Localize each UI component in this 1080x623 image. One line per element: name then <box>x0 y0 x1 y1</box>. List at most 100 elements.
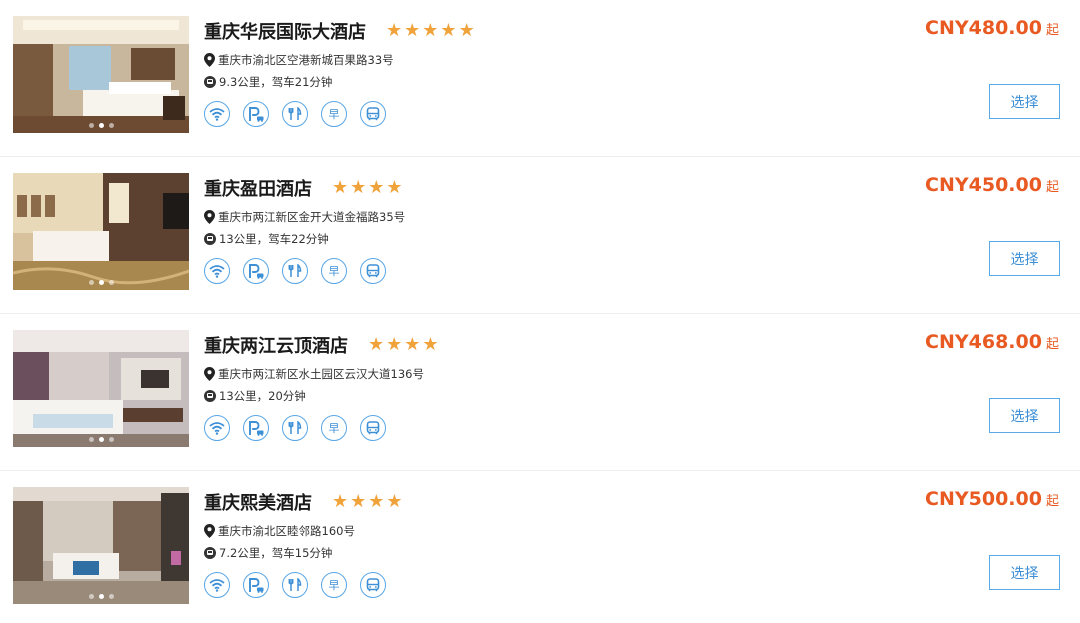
breakfast-icon[interactable]: 早 <box>321 572 347 598</box>
price-display: CNY468.00 起 <box>925 331 1059 353</box>
carousel-dot-active[interactable] <box>98 123 104 128</box>
hotel-name[interactable]: 重庆盈田酒店 <box>204 175 312 201</box>
hotel-distance: 13公里，驾车22分钟 <box>219 232 329 246</box>
hotel-card[interactable]: 重庆两江云顶酒店 ★ ★ ★ ★ 重庆市两江新区水土园区云汉大道136号 13公… <box>0 314 1080 471</box>
star-icon: ★ <box>368 491 385 512</box>
location-pin-icon <box>204 367 215 381</box>
carousel-dot[interactable] <box>108 123 114 128</box>
hotel-photo[interactable] <box>13 487 189 604</box>
carousel-dot-active[interactable] <box>98 594 104 599</box>
hotel-card[interactable]: 重庆熙美酒店 ★ ★ ★ ★ 重庆市渝北区睦邻路160号 7.2公里，驾车15分… <box>0 471 1080 623</box>
restaurant-icon[interactable] <box>282 258 308 284</box>
parking-icon[interactable] <box>243 258 269 284</box>
hotel-name[interactable]: 重庆熙美酒店 <box>204 489 312 515</box>
hotel-photo[interactable] <box>13 173 189 290</box>
price-suffix: 起 <box>1045 494 1059 509</box>
star-rating: ★ ★ ★ ★ <box>368 336 439 354</box>
star-icon: ★ <box>386 334 403 355</box>
select-button[interactable]: 选择 <box>989 398 1060 433</box>
parking-icon[interactable] <box>243 415 269 441</box>
hotel-card[interactable]: 重庆盈田酒店 ★ ★ ★ ★ 重庆市两江新区金开大道金福路35号 13公里，驾车… <box>0 157 1080 314</box>
carousel-dot-active[interactable] <box>98 280 104 285</box>
carousel-dot[interactable] <box>108 280 114 285</box>
star-icon: ★ <box>440 20 457 41</box>
breakfast-icon[interactable]: 早 <box>321 101 347 127</box>
breakfast-label: 早 <box>328 578 340 592</box>
breakfast-label: 早 <box>328 264 340 278</box>
star-icon: ★ <box>368 334 385 355</box>
shuttle-bus-icon[interactable] <box>360 572 386 598</box>
distance-icon <box>204 76 216 88</box>
wifi-icon[interactable] <box>204 258 230 284</box>
hotel-address: 重庆市渝北区睦邻路160号 <box>218 524 355 538</box>
distance-icon <box>204 233 216 245</box>
price-display: CNY480.00 起 <box>925 17 1059 39</box>
breakfast-label: 早 <box>328 421 340 435</box>
star-icon: ★ <box>350 177 367 198</box>
hotel-distance: 9.3公里，驾车21分钟 <box>219 75 333 89</box>
photo-carousel-dots[interactable] <box>13 437 189 442</box>
hotel-address: 重庆市两江新区金开大道金福路35号 <box>218 210 406 224</box>
carousel-dot-active[interactable] <box>98 437 104 442</box>
photo-carousel-dots[interactable] <box>13 123 189 128</box>
restaurant-icon[interactable] <box>282 415 308 441</box>
parking-icon[interactable] <box>243 101 269 127</box>
star-icon: ★ <box>386 20 403 41</box>
shuttle-bus-icon[interactable] <box>360 101 386 127</box>
hotel-name[interactable]: 重庆两江云顶酒店 <box>204 332 348 358</box>
hotel-distance: 7.2公里，驾车15分钟 <box>219 546 333 560</box>
carousel-dot[interactable] <box>108 594 114 599</box>
hotel-photo[interactable] <box>13 16 189 133</box>
carousel-dot[interactable] <box>88 280 94 285</box>
location-pin-icon <box>204 210 215 224</box>
star-rating: ★ ★ ★ ★ <box>332 179 403 197</box>
breakfast-icon[interactable]: 早 <box>321 258 347 284</box>
carousel-dot[interactable] <box>88 594 94 599</box>
price-suffix: 起 <box>1045 180 1059 195</box>
distance-icon <box>204 547 216 559</box>
star-icon: ★ <box>332 177 349 198</box>
breakfast-icon[interactable]: 早 <box>321 415 347 441</box>
star-icon: ★ <box>386 491 403 512</box>
breakfast-label: 早 <box>328 107 340 121</box>
parking-icon[interactable] <box>243 572 269 598</box>
star-icon: ★ <box>386 177 403 198</box>
hotel-list: 重庆华辰国际大酒店 ★ ★ ★ ★ ★ 重庆市渝北区空港新城百果路33号 9.3… <box>0 0 1080 623</box>
hotel-photo[interactable] <box>13 330 189 447</box>
star-icon: ★ <box>404 20 421 41</box>
star-icon: ★ <box>422 20 439 41</box>
star-icon: ★ <box>404 334 421 355</box>
photo-carousel-dots[interactable] <box>13 594 189 599</box>
price-display: CNY500.00 起 <box>925 488 1059 510</box>
photo-carousel-dots[interactable] <box>13 280 189 285</box>
hotel-distance: 13公里，20分钟 <box>219 389 306 403</box>
price-amount: CNY480.00 <box>925 17 1042 39</box>
carousel-dot[interactable] <box>88 123 94 128</box>
amenity-icons: 早 <box>204 101 904 127</box>
shuttle-bus-icon[interactable] <box>360 415 386 441</box>
restaurant-icon[interactable] <box>282 572 308 598</box>
select-button[interactable]: 选择 <box>989 241 1060 276</box>
price-display: CNY450.00 起 <box>925 174 1059 196</box>
amenity-icons: 早 <box>204 415 904 441</box>
hotel-card[interactable]: 重庆华辰国际大酒店 ★ ★ ★ ★ ★ 重庆市渝北区空港新城百果路33号 9.3… <box>0 0 1080 157</box>
wifi-icon[interactable] <box>204 101 230 127</box>
distance-icon <box>204 390 216 402</box>
restaurant-icon[interactable] <box>282 101 308 127</box>
hotel-name[interactable]: 重庆华辰国际大酒店 <box>204 18 366 44</box>
carousel-dot[interactable] <box>108 437 114 442</box>
select-button[interactable]: 选择 <box>989 84 1060 119</box>
select-button[interactable]: 选择 <box>989 555 1060 590</box>
location-pin-icon <box>204 524 215 538</box>
price-suffix: 起 <box>1045 337 1059 352</box>
carousel-dot[interactable] <box>88 437 94 442</box>
star-icon: ★ <box>422 334 439 355</box>
hotel-address: 重庆市两江新区水土园区云汉大道136号 <box>218 367 424 381</box>
star-rating: ★ ★ ★ ★ <box>332 493 403 511</box>
shuttle-bus-icon[interactable] <box>360 258 386 284</box>
wifi-icon[interactable] <box>204 415 230 441</box>
wifi-icon[interactable] <box>204 572 230 598</box>
star-icon: ★ <box>368 177 385 198</box>
amenity-icons: 早 <box>204 572 904 598</box>
star-icon: ★ <box>350 491 367 512</box>
